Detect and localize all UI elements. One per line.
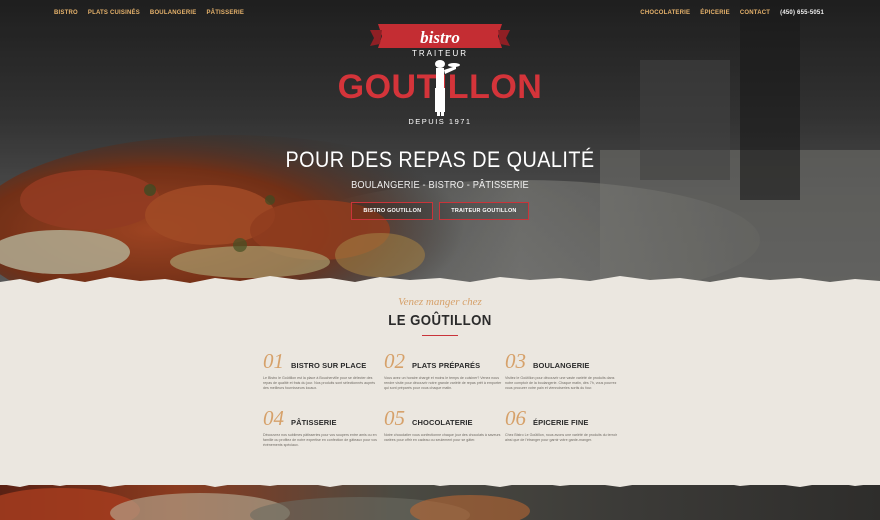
- feature-description: Visitez le Goûtillon pour découvrir une …: [505, 376, 617, 391]
- hero-headline: POUR DES REPAS DE QUALITÉ: [285, 147, 595, 172]
- nav-link-chocolaterie[interactable]: CHOCOLATERIE: [640, 10, 690, 16]
- feature-bistro-sur-place: 01 BISTRO SUR PLACE Le Bistro le Goûtill…: [263, 351, 384, 399]
- feature-number: 05: [384, 406, 405, 430]
- logo-sub-text: TRAITEUR: [412, 49, 468, 58]
- feature-boulangerie: 03 BOULANGERIE Visitez le Goûtillon pour…: [505, 351, 626, 399]
- nav-link-boulangerie[interactable]: BOULANGERIE: [150, 10, 197, 16]
- feature-number: 04: [263, 406, 284, 430]
- feature-description: Vous avez un horaire chargé et moins le …: [384, 376, 502, 391]
- main-nav-left: BISTRO PLATS CUISINÉS BOULANGERIE PÂTISS…: [54, 10, 244, 16]
- logo-since-text: DEPUIS 1971: [408, 117, 471, 126]
- logo-banner-text: bistro: [420, 28, 460, 47]
- feature-epicerie-fine: 06 ÉPICERIE FINE Chez Bistro Le Goûtillo…: [505, 408, 626, 456]
- feature-patisserie: 04 PÂTISSERIE Découvrez nos sublimes pât…: [263, 408, 384, 456]
- nav-link-bistro[interactable]: BISTRO: [54, 10, 78, 16]
- feature-number: 03: [505, 349, 526, 373]
- feature-title: CHOCOLATERIE: [412, 418, 473, 427]
- feature-number: 01: [263, 349, 284, 373]
- feature-title: BISTRO SUR PLACE: [291, 361, 367, 370]
- feature-title: PLATS PRÉPARÉS: [412, 361, 481, 370]
- bistro-goutillon-logo[interactable]: bistro TRAITEUR GOUTILLON DEPUIS 1971: [330, 16, 550, 132]
- feature-plats-prepares: 02 PLATS PRÉPARÉS Vous avez un horaire c…: [384, 351, 505, 399]
- nav-link-plats-cuisines[interactable]: PLATS CUISINÉS: [88, 10, 140, 16]
- hero-subheadline: BOULANGERIE - BISTRO - PÂTISSERIE: [351, 179, 529, 191]
- hero-section: BISTRO PLATS CUISINÉS BOULANGERIE PÂTISS…: [0, 0, 880, 285]
- feature-description: Le Bistro le Goûtillon est la place à Bo…: [263, 376, 376, 391]
- feature-chocolaterie: 05 CHOCOLATERIE Notre chocolatier vous c…: [384, 408, 505, 456]
- feature-title: BOULANGERIE: [533, 361, 590, 370]
- feature-number: 06: [505, 406, 526, 430]
- feature-number: 02: [384, 349, 405, 373]
- feature-description: Découvrez nos sublimes pâtisseries pour …: [263, 433, 377, 448]
- intro-section: Venez manger chez LE GOÛTILLON 01 BISTRO…: [0, 285, 880, 485]
- feature-title: ÉPICERIE FINE: [533, 418, 589, 427]
- hero-buttons: BISTRO GOUTILLON TRAITEUR GOUTILLON: [0, 202, 880, 220]
- traiteur-goutillon-button[interactable]: TRAITEUR GOUTILLON: [439, 202, 529, 220]
- nav-link-contact[interactable]: CONTACT: [740, 10, 770, 16]
- intro-eyebrow: Venez manger chez: [398, 296, 482, 308]
- nav-link-patisserie[interactable]: PÂTISSERIE: [206, 10, 244, 16]
- bistro-goutillon-button[interactable]: BISTRO GOUTILLON: [351, 202, 434, 220]
- main-nav-right: CHOCOLATERIE ÉPICERIE CONTACT (450) 655-…: [640, 10, 824, 16]
- feature-description: Chez Bistro Le Goûtillon, nous avons une…: [505, 433, 618, 443]
- title-divider: [422, 335, 458, 336]
- nav-phone-link[interactable]: (450) 655-5051: [780, 10, 824, 16]
- torn-paper-edge-bottom: [0, 475, 880, 487]
- features-grid: 01 BISTRO SUR PLACE Le Bistro le Goûtill…: [263, 351, 633, 456]
- feature-title: PÂTISSERIE: [291, 418, 337, 427]
- nav-link-epicerie[interactable]: ÉPICERIE: [700, 10, 730, 16]
- feature-description: Notre chocolatier vous confectionne chaq…: [384, 433, 501, 443]
- intro-title: LE GOÛTILLON: [388, 312, 492, 329]
